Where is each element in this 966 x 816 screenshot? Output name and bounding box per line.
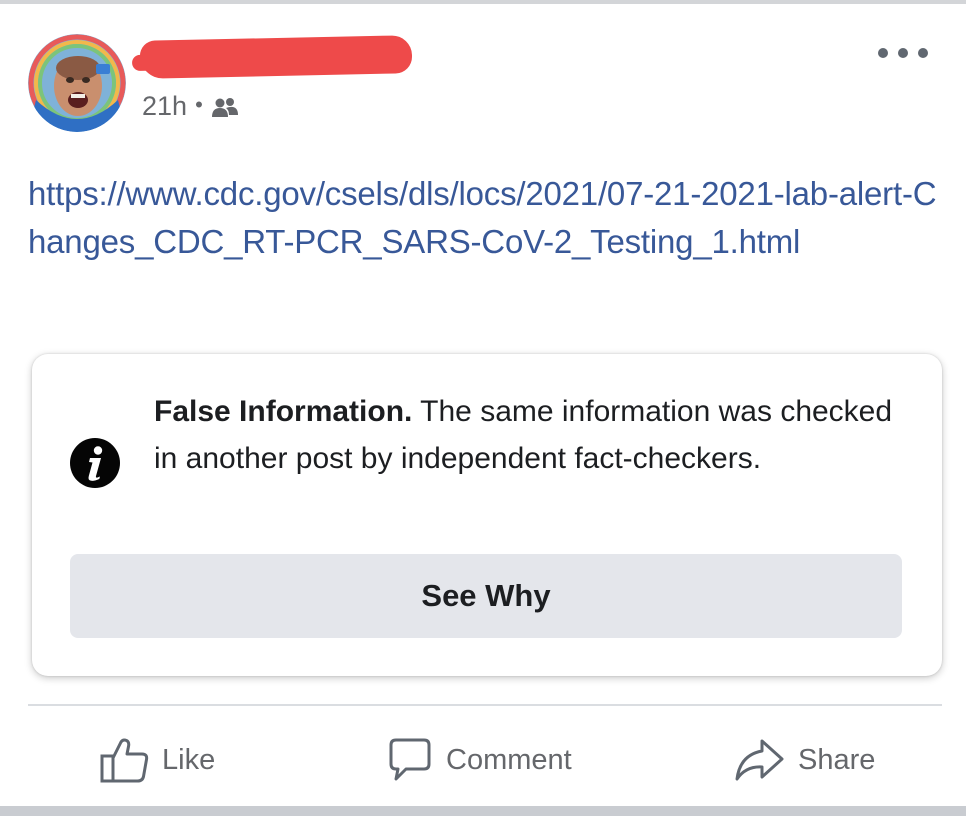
avatar-image [28, 34, 126, 132]
meta-separator: • [195, 92, 203, 117]
comment-label: Comment [446, 743, 572, 776]
see-why-button[interactable]: See Why [70, 554, 902, 638]
comment-icon [389, 738, 431, 781]
info-icon [70, 438, 120, 488]
share-button[interactable]: Share [734, 730, 875, 790]
more-dot-icon [898, 48, 908, 58]
share-label: Share [798, 743, 876, 776]
more-options-button[interactable] [878, 38, 928, 68]
post-card: 21h • https://www.cdc.gov/csels/dls/locs… [0, 4, 966, 806]
fact-check-card: False Information. The same information … [32, 354, 942, 676]
fact-check-heading: False Information. [154, 395, 413, 428]
post-meta: 21h • [142, 90, 239, 122]
share-icon [735, 739, 784, 781]
thumbs-up-icon [100, 738, 149, 783]
like-button[interactable]: Like [100, 730, 215, 790]
like-label: Like [162, 743, 216, 776]
author-name-redaction [139, 35, 413, 79]
friends-icon [211, 95, 239, 117]
avatar[interactable] [28, 34, 126, 132]
comment-button[interactable]: Comment [386, 730, 572, 790]
more-dot-icon [878, 48, 888, 58]
actions-divider [28, 704, 942, 706]
post-actions-bar: Like Comment Share [0, 730, 966, 790]
bottom-border [0, 806, 966, 816]
fact-check-message: False Information. The same information … [154, 388, 894, 482]
post-time[interactable]: 21h [142, 91, 187, 122]
post-link[interactable]: https://www.cdc.gov/csels/dls/locs/2021/… [28, 170, 938, 266]
more-dot-icon [918, 48, 928, 58]
